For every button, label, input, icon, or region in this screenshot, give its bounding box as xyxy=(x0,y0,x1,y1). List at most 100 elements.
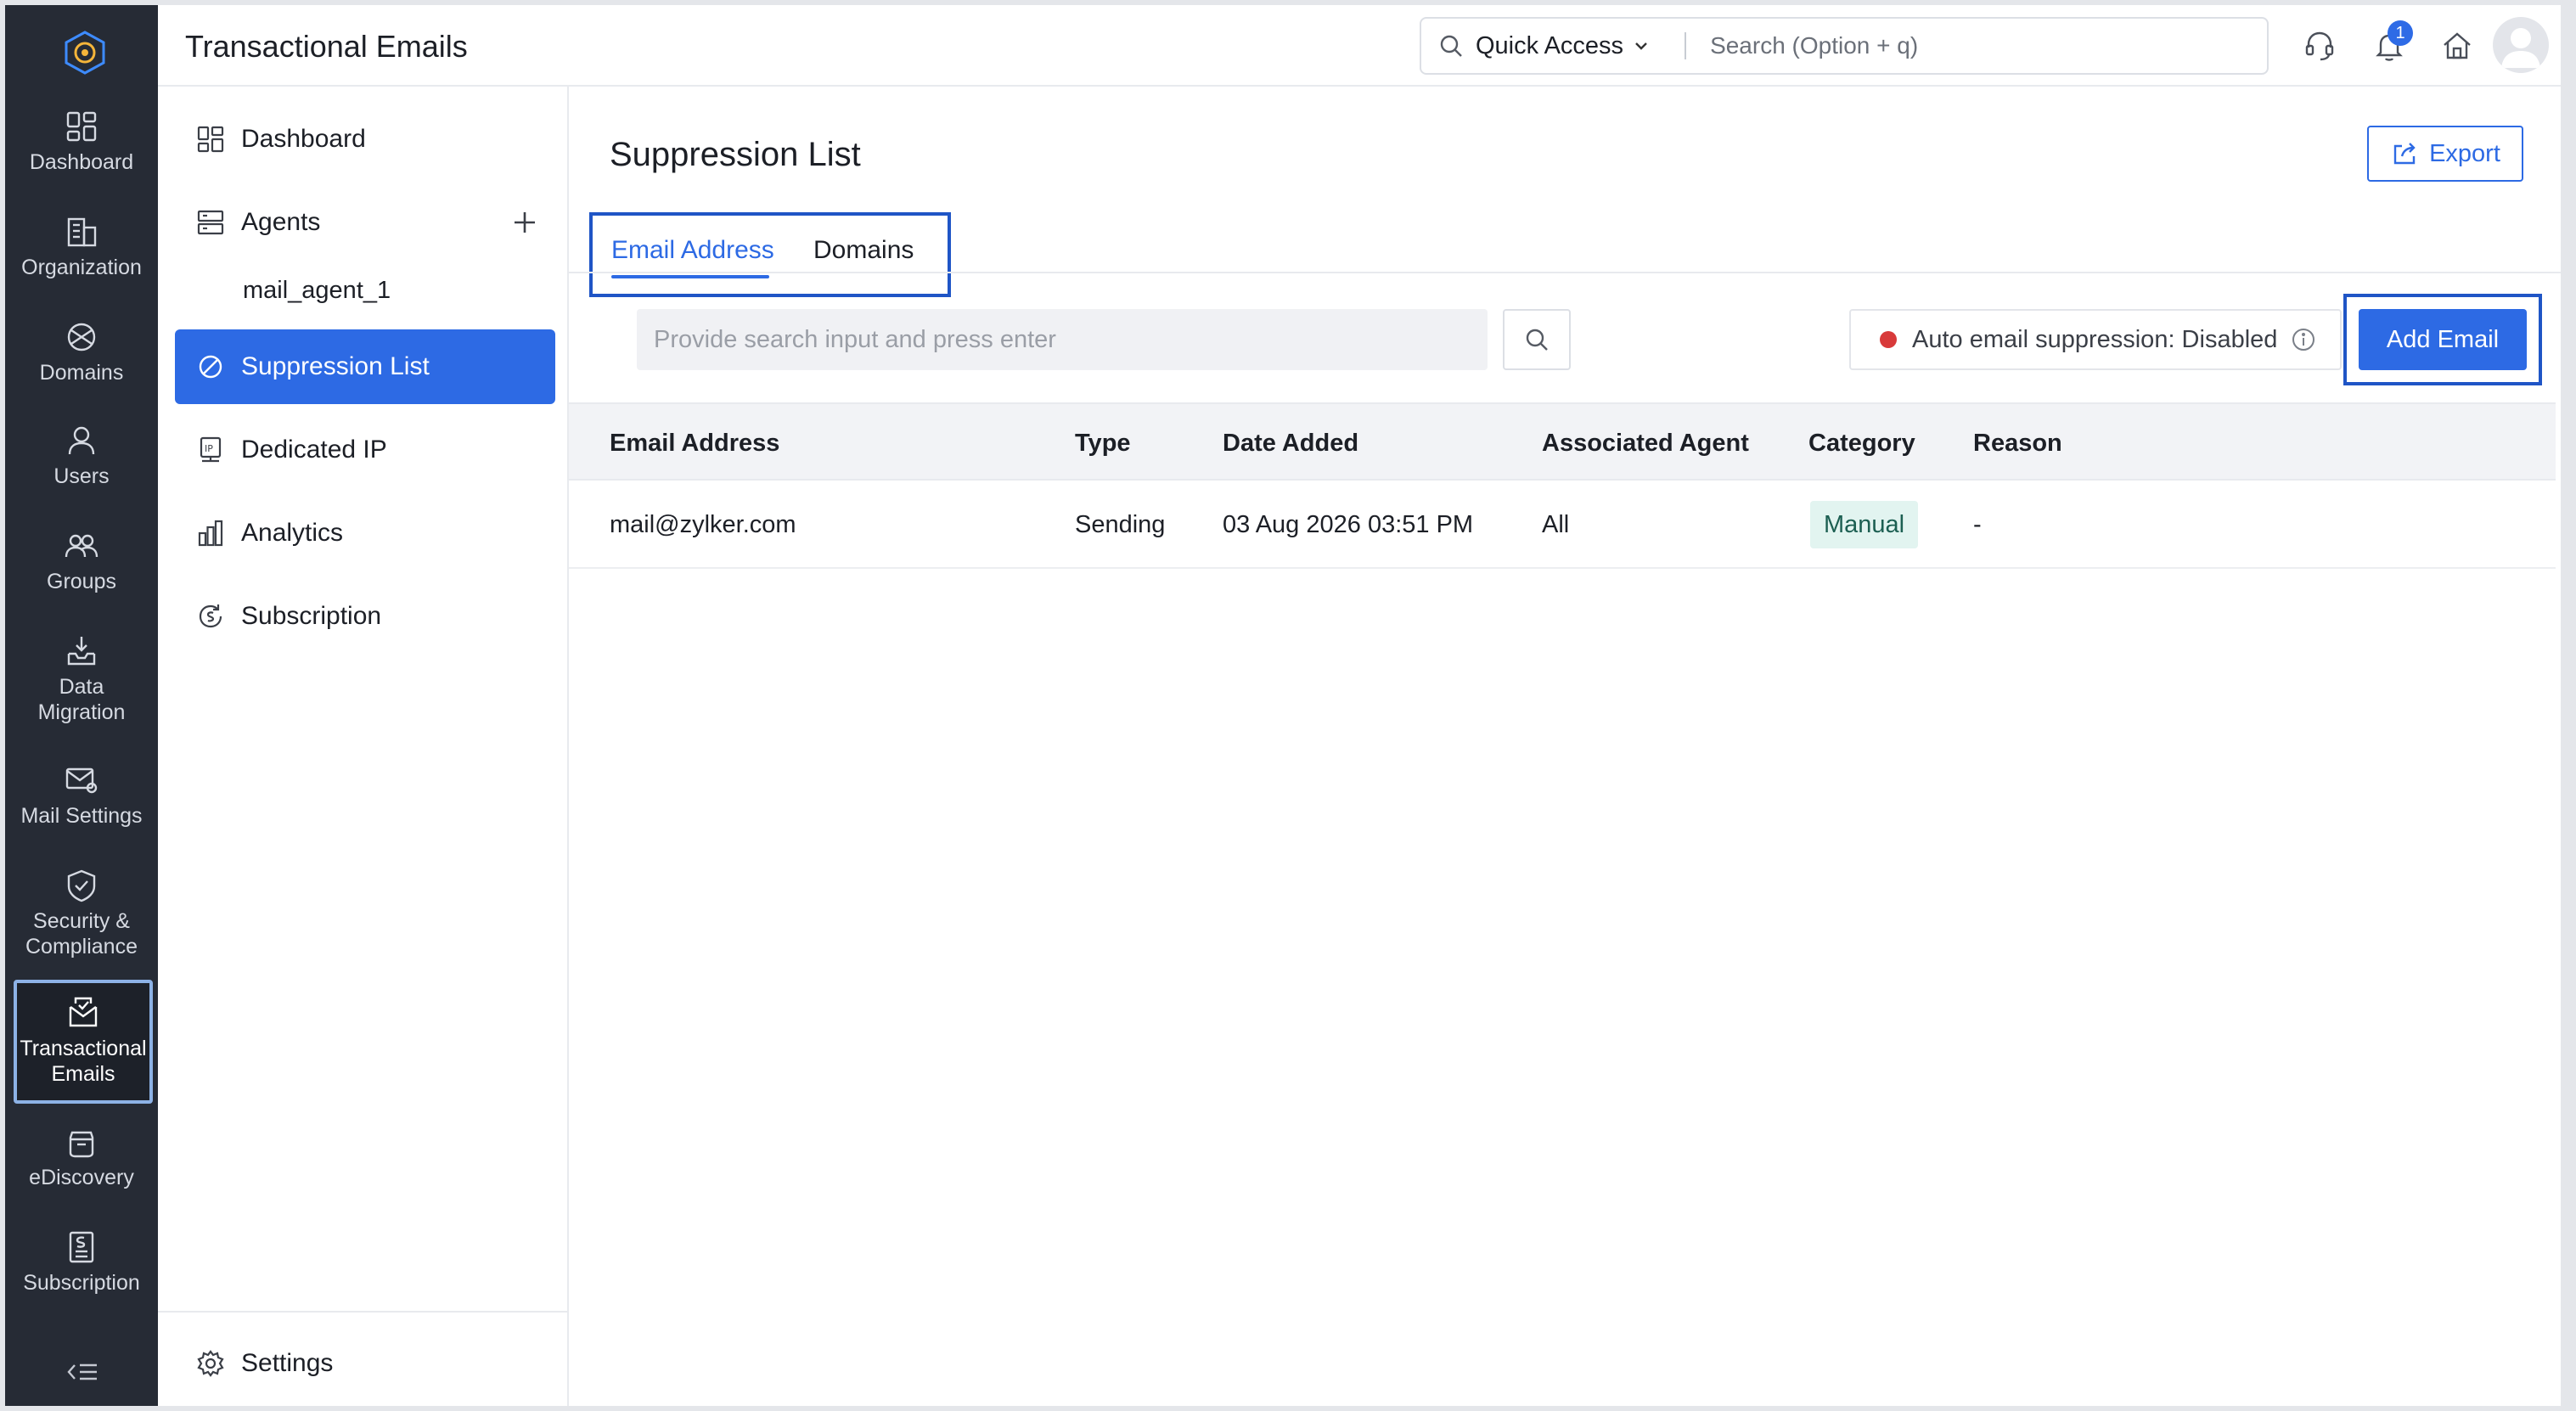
headset-support-icon[interactable] xyxy=(2301,27,2338,65)
global-search-input[interactable] xyxy=(1710,32,2254,59)
subnav-item-subscription[interactable]: Subscription xyxy=(175,579,555,654)
notification-badge: 1 xyxy=(2388,20,2413,46)
tab-domains[interactable]: Domains xyxy=(813,236,914,265)
suppression-search xyxy=(637,309,1488,370)
cell-email: mail@zylker.com xyxy=(610,511,796,538)
tabs-divider xyxy=(569,272,2561,273)
column-header-reason[interactable]: Reason xyxy=(1973,430,2062,458)
subnav-label: Analytics xyxy=(241,519,344,547)
column-header-type[interactable]: Type xyxy=(1075,430,1131,458)
export-icon xyxy=(2393,143,2416,165)
cell-type: Sending xyxy=(1075,511,1166,538)
tabs: Email Address Domains xyxy=(589,212,951,297)
active-tab-indicator xyxy=(611,275,769,278)
add-email-button[interactable]: Add Email xyxy=(2359,309,2527,370)
group-icon xyxy=(65,534,98,558)
subnav-item-dedicated-ip[interactable]: IP Dedicated IP xyxy=(175,413,555,487)
subnav-item-settings[interactable]: Settings xyxy=(175,1326,555,1401)
subnav-divider xyxy=(158,1311,567,1313)
search-button[interactable] xyxy=(1503,309,1571,370)
table-header: Email Address Type Date Added Associated… xyxy=(569,402,2556,481)
rail-label: Dashboard xyxy=(29,150,134,174)
quick-access-label: Quick Access xyxy=(1476,31,1624,59)
rail-item-transactional-emails[interactable]: Transactional Emails xyxy=(14,980,153,1104)
info-icon[interactable] xyxy=(2291,327,2316,352)
subnav-item-dashboard[interactable]: Dashboard xyxy=(175,102,555,177)
subscription-cycle-icon xyxy=(199,604,222,628)
rail-item-domains[interactable]: Domains xyxy=(5,318,158,385)
subnav-item-agents[interactable]: Agents xyxy=(175,185,555,260)
rail-label: Security & Compliance xyxy=(25,909,138,958)
chevron-down-icon xyxy=(1635,42,1647,50)
inbox-download-icon xyxy=(67,637,96,666)
rail-item-organization[interactable]: Organization xyxy=(5,212,158,280)
user-icon xyxy=(68,426,95,455)
rail-item-dashboard[interactable]: Dashboard xyxy=(5,107,158,175)
subnav-label: Subscription xyxy=(241,602,382,630)
rail-label: Organization xyxy=(21,256,142,279)
export-label: Export xyxy=(2429,139,2500,167)
auto-suppression-label: Auto email suppression: Disabled xyxy=(1912,325,2278,353)
rail-item-users[interactable]: Users xyxy=(5,421,158,489)
subnav-label: Suppression List xyxy=(241,352,430,380)
column-header-category[interactable]: Category xyxy=(1808,430,1915,458)
suppression-search-input[interactable] xyxy=(654,325,1488,354)
user-avatar-icon xyxy=(2501,28,2540,68)
globe-icon xyxy=(67,323,96,351)
notifications-button[interactable]: 1 xyxy=(2371,20,2413,65)
export-button[interactable]: Export xyxy=(2367,126,2523,182)
dashboard-icon xyxy=(197,126,224,153)
add-agent-plus-icon[interactable] xyxy=(509,207,540,238)
archive-jar-icon xyxy=(69,1131,94,1158)
app-window: Dashboard Organization Domains Users Gro… xyxy=(5,5,2561,1406)
global-search: Quick Access xyxy=(1420,17,2269,75)
secondary-nav: Dashboard Agents mail_agent_1 Suppressio… xyxy=(158,87,569,1406)
column-header-date-added[interactable]: Date Added xyxy=(1223,430,1358,458)
home-icon[interactable] xyxy=(2438,27,2476,65)
category-badge: Manual xyxy=(1810,501,1919,548)
app-logo-icon[interactable] xyxy=(61,29,109,76)
dashboard-icon xyxy=(66,111,97,142)
svg-text:IP: IP xyxy=(205,443,213,454)
ip-device-icon: IP xyxy=(200,436,222,463)
avatar[interactable] xyxy=(2493,17,2549,73)
rail-label: Users xyxy=(53,464,110,488)
rail-item-ediscovery[interactable]: eDiscovery xyxy=(5,1122,158,1190)
search-icon xyxy=(1440,35,1462,57)
subnav-item-analytics[interactable]: Analytics xyxy=(175,496,555,571)
search-separator xyxy=(1685,32,1687,59)
subnav-item-suppression-list[interactable]: Suppression List xyxy=(175,329,555,404)
quick-access-dropdown[interactable]: Quick Access xyxy=(1421,19,1662,73)
column-header-email[interactable]: Email Address xyxy=(610,430,779,458)
rail-item-security-compliance[interactable]: Security & Compliance xyxy=(5,866,158,959)
rail-item-data-migration[interactable]: Data Migration xyxy=(5,632,158,725)
status-dot xyxy=(1880,331,1897,348)
mail-gear-icon xyxy=(65,767,98,794)
transactional-mail-icon xyxy=(69,997,98,1027)
column-header-agent[interactable]: Associated Agent xyxy=(1542,430,1749,458)
cell-agent: All xyxy=(1542,511,1570,538)
rail-label: Mail Settings xyxy=(20,804,143,828)
rail-item-subscription[interactable]: Subscription xyxy=(5,1228,158,1296)
rail-item-groups[interactable]: Groups xyxy=(5,526,158,594)
subnav-label: Agents xyxy=(241,208,321,236)
auto-suppression-status[interactable]: Auto email suppression: Disabled xyxy=(1849,309,2342,370)
server-icon xyxy=(197,210,224,235)
add-email-highlight: Add Email xyxy=(2343,294,2542,385)
tab-email-address[interactable]: Email Address xyxy=(611,236,774,265)
shield-check-icon xyxy=(67,869,96,902)
subnav-label: Settings xyxy=(241,1349,334,1377)
cell-date-added: 03 Aug 2026 03:51 PM xyxy=(1223,511,1474,538)
rail-label: Data Migration xyxy=(37,675,126,724)
page-title: Suppression List xyxy=(610,136,861,173)
subnav-item-mail-agent-1[interactable]: mail_agent_1 xyxy=(243,277,391,305)
cell-reason: - xyxy=(1973,511,1982,538)
building-icon xyxy=(67,217,97,247)
table-row[interactable]: mail@zylker.com Sending 03 Aug 2026 03:5… xyxy=(569,481,2556,569)
block-circle-icon xyxy=(199,355,222,379)
collapse-sidebar-icon[interactable] xyxy=(65,1355,102,1389)
rail-item-mail-settings[interactable]: Mail Settings xyxy=(5,761,158,829)
bar-chart-icon xyxy=(198,520,223,547)
rail-label: Groups xyxy=(47,570,116,593)
invoice-icon xyxy=(69,1231,94,1263)
